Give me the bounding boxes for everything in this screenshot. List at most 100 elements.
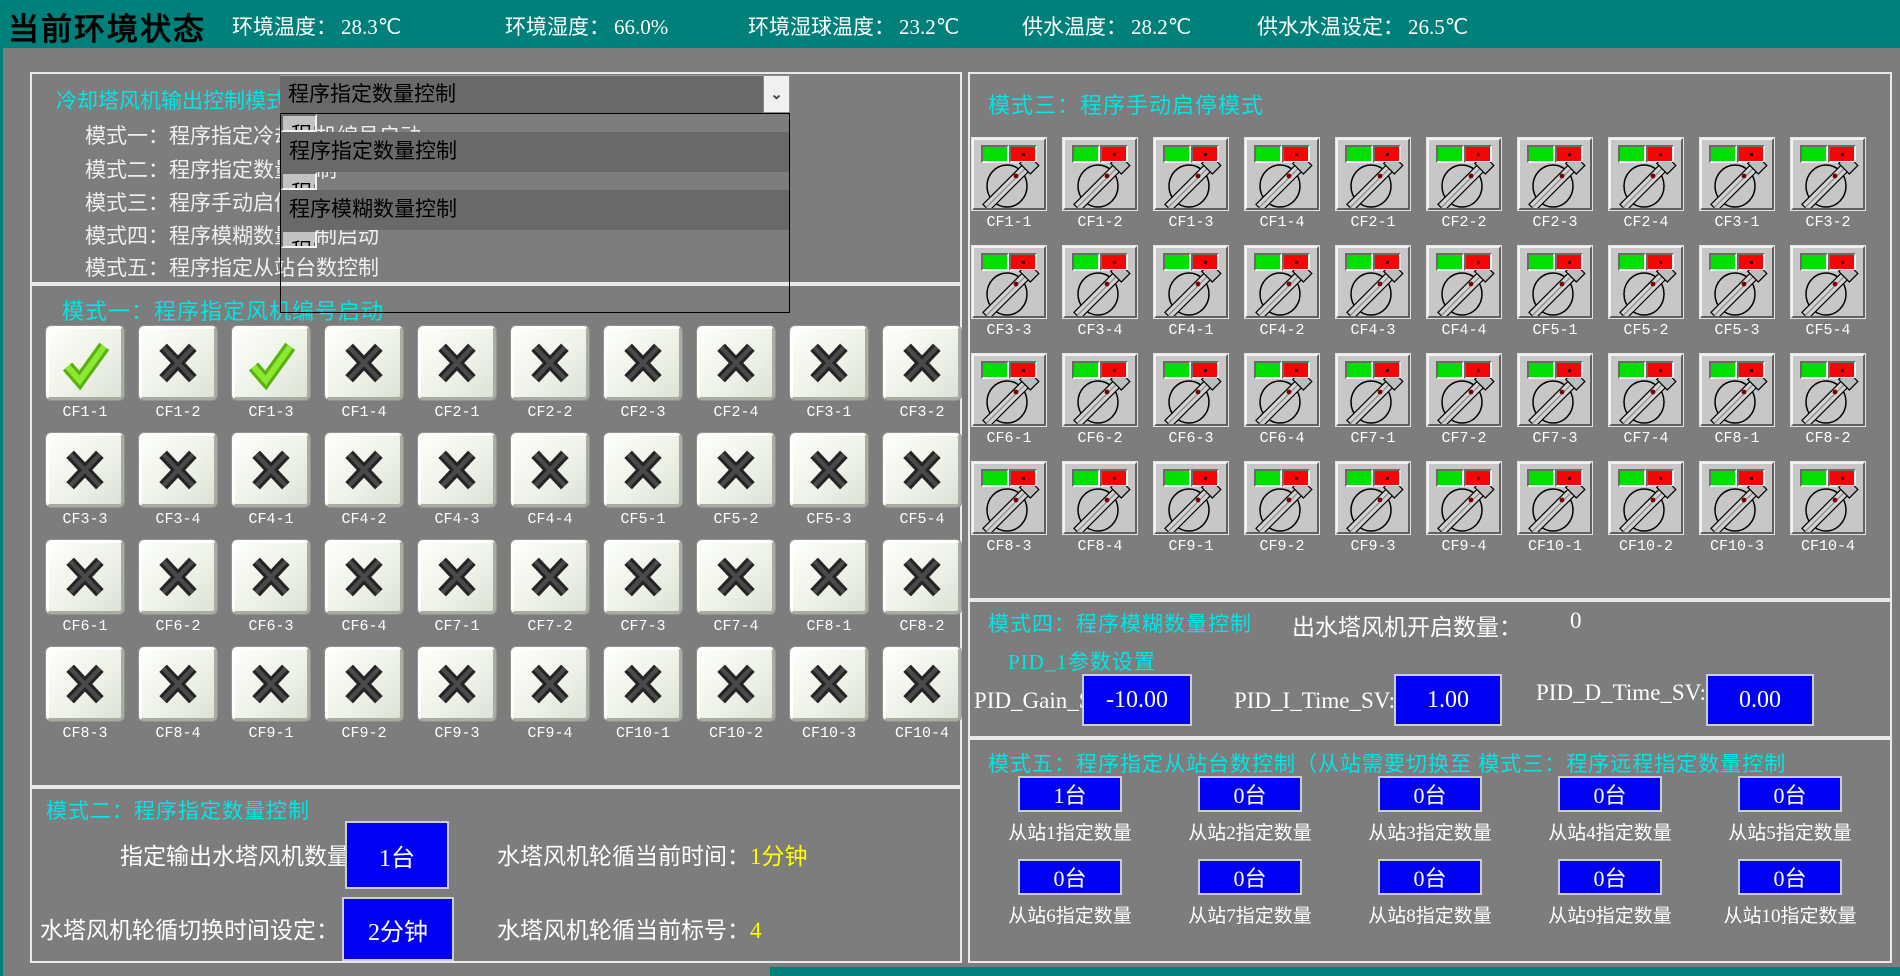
fan-manual-switch[interactable]: CF4-1 <box>1154 246 1228 342</box>
fan-manual-switch[interactable]: CF5-4 <box>1791 246 1865 342</box>
dropdown-option[interactable]: 程序手动启停控制 <box>281 172 317 190</box>
fan-manual-switch[interactable]: CF4-2 <box>1245 246 1319 342</box>
fan-status-icon[interactable] <box>139 540 217 614</box>
switch-time-input[interactable]: 2分钟 <box>342 897 454 961</box>
station-count-box[interactable]: 0台 <box>1198 859 1302 895</box>
rotary-switch-button[interactable] <box>1245 462 1319 534</box>
fan-manual-switch[interactable]: CF7-4 <box>1609 354 1683 450</box>
station-count-box[interactable]: 0台 <box>1558 859 1662 895</box>
fan-manual-switch[interactable]: CF4-3 <box>1336 246 1410 342</box>
rotary-switch-button[interactable] <box>1154 246 1228 318</box>
fan-status-icon[interactable] <box>790 433 868 507</box>
station-count-box[interactable]: 1台 <box>1018 776 1122 812</box>
fan-status-icon[interactable] <box>325 647 403 721</box>
fan-manual-switch[interactable]: CF2-2 <box>1427 138 1501 234</box>
rotary-switch-button[interactable] <box>1700 354 1774 426</box>
fan-enable-button[interactable]: CF8-1 <box>790 540 868 640</box>
rotary-switch-button[interactable] <box>1518 462 1592 534</box>
rotary-switch-button[interactable] <box>1336 138 1410 210</box>
rotary-switch-button[interactable] <box>1700 246 1774 318</box>
fan-enable-button[interactable]: CF9-4 <box>511 647 589 747</box>
fan-manual-switch[interactable]: CF2-3 <box>1518 138 1592 234</box>
fan-status-icon[interactable] <box>139 326 217 400</box>
fan-status-icon[interactable] <box>604 326 682 400</box>
rotary-switch-button[interactable] <box>1427 246 1501 318</box>
rotary-switch-button[interactable] <box>1427 354 1501 426</box>
fan-manual-switch[interactable]: CF8-1 <box>1700 354 1774 450</box>
fan-status-icon[interactable] <box>139 647 217 721</box>
fan-enable-button[interactable]: CF2-3 <box>604 326 682 426</box>
fan-manual-switch[interactable]: CF7-3 <box>1518 354 1592 450</box>
fan-enable-button[interactable]: CF6-2 <box>139 540 217 640</box>
fan-manual-switch[interactable]: CF4-4 <box>1427 246 1501 342</box>
fan-status-icon[interactable] <box>46 647 124 721</box>
station-count-box[interactable]: 0台 <box>1738 776 1842 812</box>
fan-enable-button[interactable]: CF5-3 <box>790 433 868 533</box>
fan-manual-switch[interactable]: CF8-4 <box>1063 462 1137 558</box>
fan-enable-button[interactable]: CF8-3 <box>46 647 124 747</box>
fan-status-icon[interactable] <box>604 647 682 721</box>
fan-status-icon[interactable] <box>418 647 496 721</box>
fan-enable-button[interactable]: CF3-2 <box>883 326 961 426</box>
fan-status-icon[interactable] <box>46 540 124 614</box>
fan-manual-switch[interactable]: CF3-2 <box>1791 138 1865 234</box>
fan-status-icon[interactable] <box>46 433 124 507</box>
fan-enable-button[interactable]: CF10-3 <box>790 647 868 747</box>
fan-enable-button[interactable]: CF8-4 <box>139 647 217 747</box>
rotary-switch-button[interactable] <box>1791 138 1865 210</box>
fan-enable-button[interactable]: CF1-1 <box>46 326 124 426</box>
fan-manual-switch[interactable]: CF1-3 <box>1154 138 1228 234</box>
fan-status-icon[interactable] <box>232 647 310 721</box>
fan-enable-button[interactable]: CF8-2 <box>883 540 961 640</box>
fan-status-icon[interactable] <box>697 326 775 400</box>
mode-dropdown[interactable]: 程序指定数量控制 <box>280 75 763 113</box>
fan-status-icon[interactable] <box>883 433 961 507</box>
fan-enable-button[interactable]: CF9-2 <box>325 647 403 747</box>
rotary-switch-button[interactable] <box>1700 138 1774 210</box>
fan-status-icon[interactable] <box>418 433 496 507</box>
fan-status-icon[interactable] <box>790 540 868 614</box>
fan-enable-button[interactable]: CF7-3 <box>604 540 682 640</box>
fan-enable-button[interactable]: CF6-4 <box>325 540 403 640</box>
fan-manual-switch[interactable]: CF6-2 <box>1063 354 1137 450</box>
rotary-switch-button[interactable] <box>1154 138 1228 210</box>
fan-status-icon[interactable] <box>511 326 589 400</box>
rotary-switch-button[interactable] <box>1791 354 1865 426</box>
fan-enable-button[interactable]: CF1-4 <box>325 326 403 426</box>
pid-itime-input[interactable]: 1.00 <box>1394 674 1502 726</box>
dropdown-option[interactable]: 程序指定从站台数控制 <box>281 230 317 248</box>
fan-enable-button[interactable]: CF9-1 <box>232 647 310 747</box>
fan-enable-button[interactable]: CF10-2 <box>697 647 775 747</box>
rotary-switch-button[interactable] <box>972 138 1046 210</box>
rotary-switch-button[interactable] <box>1609 138 1683 210</box>
fan-manual-switch[interactable]: CF3-3 <box>972 246 1046 342</box>
fan-enable-button[interactable]: CF3-1 <box>790 326 868 426</box>
fan-enable-button[interactable]: CF2-1 <box>418 326 496 426</box>
rotary-switch-button[interactable] <box>1063 246 1137 318</box>
rotary-switch-button[interactable] <box>1336 246 1410 318</box>
rotary-switch-button[interactable] <box>1336 462 1410 534</box>
fan-status-icon[interactable] <box>232 540 310 614</box>
fan-manual-switch[interactable]: CF3-1 <box>1700 138 1774 234</box>
fan-enable-button[interactable]: CF7-1 <box>418 540 496 640</box>
fan-status-icon[interactable] <box>325 540 403 614</box>
fan-enable-button[interactable]: CF1-3 <box>232 326 310 426</box>
fan-manual-switch[interactable]: CF10-3 <box>1700 462 1774 558</box>
rotary-switch-button[interactable] <box>972 246 1046 318</box>
rotary-switch-button[interactable] <box>972 354 1046 426</box>
fan-status-icon[interactable] <box>790 647 868 721</box>
rotary-switch-button[interactable] <box>1336 354 1410 426</box>
station-count-box[interactable]: 0台 <box>1018 859 1122 895</box>
fan-status-icon[interactable] <box>325 433 403 507</box>
rotary-switch-button[interactable] <box>1518 246 1592 318</box>
fan-enable-button[interactable]: CF1-2 <box>139 326 217 426</box>
rotary-switch-button[interactable] <box>1609 462 1683 534</box>
fan-manual-switch[interactable]: CF6-1 <box>972 354 1046 450</box>
fan-status-icon[interactable] <box>604 540 682 614</box>
fan-manual-switch[interactable]: CF9-2 <box>1245 462 1319 558</box>
fan-status-icon[interactable] <box>697 433 775 507</box>
fan-enable-button[interactable]: CF4-4 <box>511 433 589 533</box>
rotary-switch-button[interactable] <box>1791 246 1865 318</box>
fan-enable-button[interactable]: CF4-2 <box>325 433 403 533</box>
rotary-switch-button[interactable] <box>1063 138 1137 210</box>
